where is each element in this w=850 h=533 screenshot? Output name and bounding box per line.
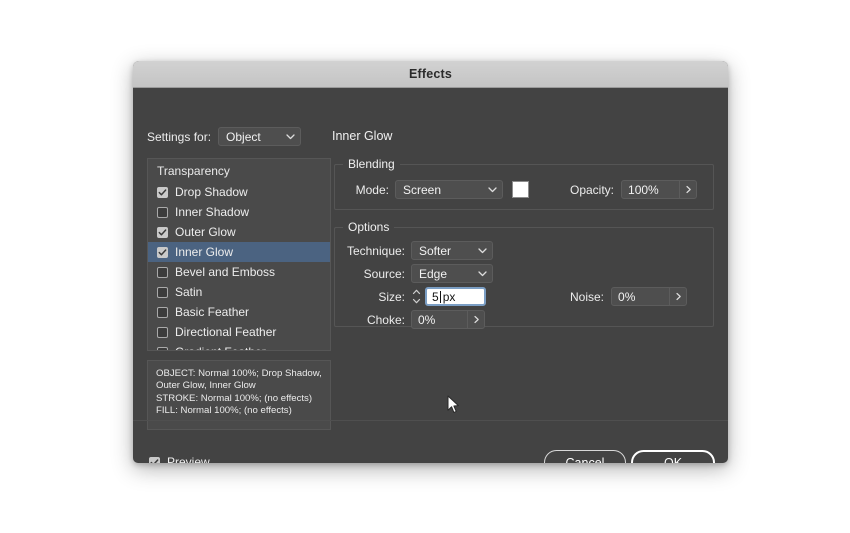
dialog-title: Effects [408,67,453,81]
preview-label: Preview [167,455,210,463]
effects-dialog: Effects Settings for: Object Inner Glow … [133,61,728,463]
dialog-titlebar[interactable]: Effects [133,61,728,88]
list-item[interactable]: Drop Shadow [148,182,330,202]
technique-row: Technique: Softer [345,241,493,260]
options-group: Options Technique: Softer Source: Edge S… [334,220,714,329]
checkbox-bevel-and-emboss[interactable] [157,266,168,278]
source-row: Source: Edge [345,264,493,283]
list-item[interactable]: Inner Shadow [148,202,330,222]
chevron-down-icon [487,184,498,195]
list-item-label: Inner Shadow [175,205,250,219]
opacity-field[interactable]: 100% [621,180,698,199]
chevron-down-icon [285,131,296,142]
list-item[interactable]: Basic Feather [148,302,330,322]
ok-button[interactable]: OK [631,450,715,463]
list-item[interactable]: Directional Feather [148,322,330,342]
choke-row: Choke: 0% [345,310,485,329]
list-item-label: Outer Glow [175,225,236,239]
size-value: 5 [432,289,439,304]
blending-group: Blending Mode: Screen Opacity: 100% [334,157,714,210]
opacity-label: Opacity: [570,182,615,197]
list-item[interactable]: Gradient Feather [148,342,330,350]
settings-for-value: Object [226,129,261,144]
opacity-row: Opacity: 100% [570,180,698,199]
choke-label: Choke: [366,312,405,327]
noise-value: 0% [618,289,636,304]
checkbox-satin[interactable] [157,286,168,298]
list-item-selected[interactable]: Inner Glow [148,242,330,262]
checkbox-gradient-feather[interactable] [157,346,168,350]
effects-list-header: Transparency [157,164,230,178]
list-item[interactable]: Satin [148,282,330,302]
chevron-down-icon [477,245,488,256]
noise-field[interactable]: 0% [611,287,688,306]
checkbox-inner-glow[interactable] [157,246,168,258]
glow-color-swatch[interactable] [512,181,529,198]
checkbox-inner-shadow[interactable] [157,206,168,218]
technique-select[interactable]: Softer [411,241,493,260]
technique-label: Technique: [346,243,405,258]
blend-mode-row: Mode: Screen [345,180,529,199]
checkbox-basic-feather[interactable] [157,306,168,318]
summary-line: FILL: Normal 100%; (no effects) [156,405,292,417]
source-label: Source: [363,266,405,281]
opacity-value: 100% [628,182,659,197]
cancel-button-label: Cancel [565,455,605,464]
summary-line: OBJECT: Normal 100%; Drop Shadow, [156,368,322,379]
effects-list-panel[interactable]: Transparency Drop Shadow Inner Shadow Ou… [147,158,331,351]
blend-mode-value: Screen [403,182,442,197]
source-select[interactable]: Edge [411,264,493,283]
list-item-label: Bevel and Emboss [175,265,276,279]
footer-divider [133,420,728,421]
settings-for-select[interactable]: Object [218,127,302,146]
chevron-right-icon[interactable] [467,311,484,328]
choke-field[interactable]: 0% [411,310,485,329]
list-item-label: Gradient Feather [175,345,266,350]
list-item-label: Directional Feather [175,325,277,339]
text-caret [439,290,441,303]
checkbox-outer-glow[interactable] [157,226,168,238]
dialog-body: Settings for: Object Inner Glow Transpar… [133,88,728,463]
blending-group-title: Blending [343,157,400,171]
list-item-label: Inner Glow [175,245,234,259]
summary-line: Outer Glow, Inner Glow [156,380,256,392]
cancel-button[interactable]: Cancel [544,450,626,463]
noise-row: Noise: 0% [570,287,688,306]
chevron-right-icon[interactable] [679,181,696,198]
preview-row[interactable]: Preview [149,455,210,463]
size-unit: px [442,289,456,304]
options-group-title: Options [343,220,395,234]
blend-mode-select[interactable]: Screen [395,180,503,199]
size-input[interactable]: 5 px [425,287,486,306]
list-item-label: Drop Shadow [175,185,248,199]
list-item-label: Satin [175,285,203,299]
size-row: Size: 5 px [345,287,486,306]
settings-for-row: Settings for: Object [147,127,302,146]
source-value: Edge [419,266,448,281]
size-stepper[interactable] [411,287,422,306]
summary-line: STROKE: Normal 100%; (no effects) [156,392,313,404]
list-item-label: Basic Feather [175,305,250,319]
checkbox-preview[interactable] [149,456,160,463]
checkbox-drop-shadow[interactable] [157,186,168,198]
checkbox-directional-feather[interactable] [157,326,168,338]
list-item[interactable]: Outer Glow [148,222,330,242]
chevron-right-icon[interactable] [669,288,686,305]
noise-label: Noise: [570,289,605,304]
mouse-cursor-icon [447,395,461,415]
effect-panel-heading: Inner Glow [332,129,393,143]
technique-value: Softer [419,243,452,258]
blend-mode-label: Mode: [355,182,389,197]
choke-value: 0% [418,312,436,327]
settings-for-label: Settings for: [147,129,212,144]
ok-button-label: OK [663,455,683,464]
list-item[interactable]: Bevel and Emboss [148,262,330,282]
size-label: Size: [378,289,405,304]
chevron-down-icon [477,268,488,279]
